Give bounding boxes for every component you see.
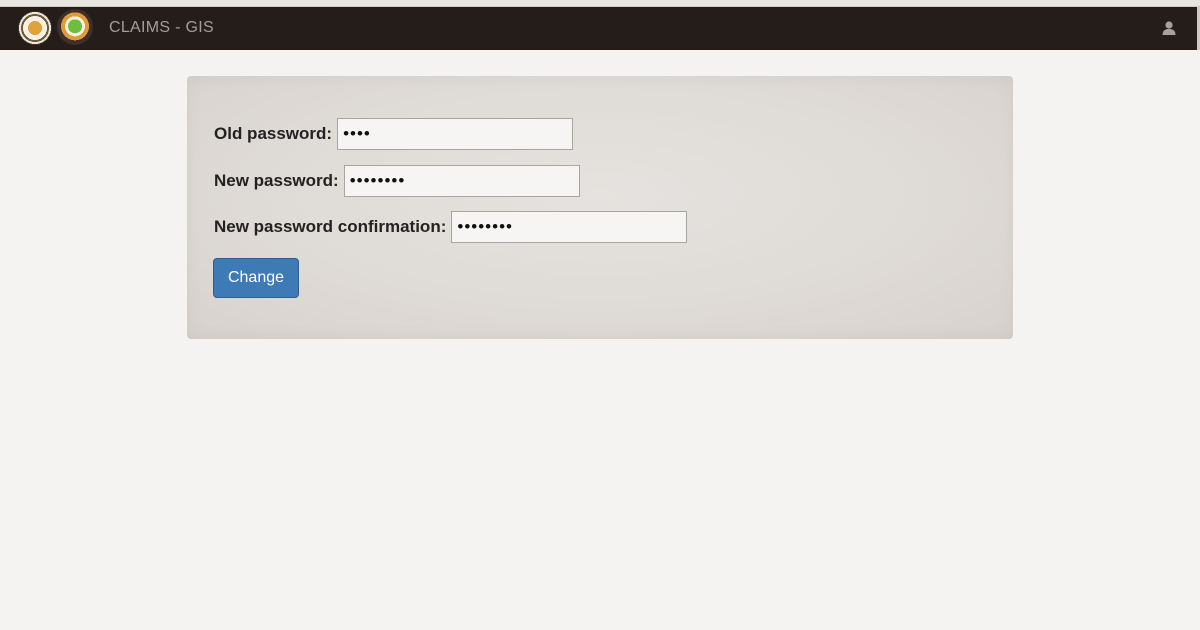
new-password-row: New password: [214,165,580,197]
change-button[interactable]: Change [213,258,299,298]
old-password-row: Old password: [214,118,574,150]
old-password-label: Old password: [214,124,333,143]
app-brand[interactable]: CLAIMS - GIS [109,19,214,37]
old-password-input[interactable] [337,118,574,150]
top-navbar: CLAIMS - GIS [0,7,1200,50]
claims-gis-logo [57,9,93,45]
new-password-input[interactable] [343,165,580,197]
confirm-password-label: New password confirmation: [214,217,447,236]
user-icon[interactable] [1161,20,1177,36]
change-password-panel: Old password: New password: New password… [187,76,1013,339]
confirm-password-row: New password confirmation: [214,211,688,243]
state-seal-logo [18,11,52,45]
confirm-password-input[interactable] [451,211,688,243]
new-password-label: New password: [214,171,339,190]
browser-top-strip [0,0,1200,7]
